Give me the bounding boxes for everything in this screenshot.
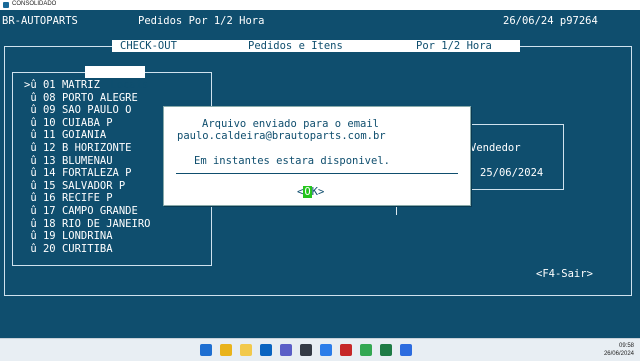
item-marker: û [24, 104, 37, 117]
item-name: CUIABA P [61, 116, 113, 129]
item-code: 20 [42, 242, 56, 255]
locais-list-item[interactable]: û 12 B HORIZONTE [24, 142, 132, 155]
locais-title-bar: Locais [85, 66, 148, 91]
item-name: PORTO ALEGRE [61, 91, 138, 104]
item-marker: û [24, 242, 37, 255]
dialog-email: paulo.caldeira@brautoparts.com.br [177, 130, 386, 142]
item-marker: >û [24, 79, 37, 91]
terminal-icon[interactable] [400, 344, 412, 356]
item-code: 08 [42, 91, 56, 104]
locais-list-item[interactable]: û 10 CUIABA P [24, 116, 113, 130]
locais-list-item[interactable]: û 08 PORTO ALEGRE [24, 92, 138, 105]
item-marker: û [24, 217, 37, 230]
locais-list-item[interactable]: >û 01 MATRIZ [24, 79, 100, 92]
item-name: RIO DE JANEIRO [61, 217, 151, 230]
outlook-icon[interactable] [260, 344, 272, 356]
windows-icon[interactable] [200, 344, 212, 356]
item-marker: û [24, 205, 37, 217]
file-explorer-icon[interactable] [240, 344, 252, 356]
item-code: 10 [42, 116, 56, 129]
item-marker: û [24, 129, 37, 142]
item-code: 13 [42, 154, 56, 167]
taskbar: 09:58 26/06/2024 [0, 338, 640, 361]
app-icon[interactable] [340, 344, 352, 356]
item-code: 09 [42, 104, 56, 117]
item-name: CURITIBA [61, 242, 113, 255]
item-name: MATRIZ [61, 79, 100, 91]
section-middle: Pedidos e Itens [248, 40, 343, 52]
exit-hint[interactable]: <F4-Sair> [536, 268, 593, 281]
section-title: CHECK-OUT [120, 40, 177, 52]
locais-list-item[interactable]: û 15 SALVADOR P [24, 180, 125, 193]
excel-icon[interactable] [380, 344, 392, 356]
teams-icon[interactable] [280, 344, 292, 356]
item-code: 15 [42, 179, 56, 192]
item-marker: û [24, 154, 37, 167]
ok-hotkey: O [303, 186, 312, 198]
item-name: FORTALEZA P [61, 167, 132, 180]
app-icon [3, 2, 9, 8]
date-user: 26/06/24 p97264 [503, 15, 598, 27]
item-marker: û [24, 167, 37, 180]
locais-list-item[interactable]: û 19 LONDRINA [24, 230, 113, 243]
locais-list-item[interactable]: û 13 BLUMENAU [24, 154, 113, 168]
dialog-line-1: Arquivo enviado para o email [202, 118, 380, 130]
mouse-cursor [396, 207, 401, 215]
ok-button[interactable]: <OK> [297, 180, 324, 199]
section-right: Por 1/2 Hora [416, 40, 492, 52]
clock-date: 26/06/2024 [603, 351, 634, 357]
vendedor-date: 25/06/2024 [480, 167, 544, 179]
locais-list-item[interactable]: û 11 GOIANIA [24, 129, 106, 142]
item-code: 01 [42, 79, 56, 91]
locais-list-item[interactable]: û 09 SAO PAULO O [24, 104, 132, 117]
locais-list-item[interactable]: û 20 CURITIBA [24, 242, 113, 256]
item-code: 18 [42, 217, 56, 230]
item-code: 16 [42, 192, 56, 205]
ok-bracket-right: K> [311, 186, 325, 198]
vendedor-label: Vendedor [470, 142, 521, 154]
item-code: 11 [42, 129, 56, 142]
item-marker: û [24, 91, 37, 104]
item-code: 17 [42, 205, 56, 217]
locais-list-item[interactable]: û 18 RIO DE JANEIRO [24, 218, 150, 231]
browser-icon[interactable] [320, 344, 332, 356]
terminal-icon[interactable] [300, 344, 312, 356]
system-clock[interactable]: 09:58 26/06/2024 [604, 342, 634, 358]
item-name: LONDRINA [61, 230, 113, 243]
locais-list-item[interactable]: û 16 RECIFE P [24, 192, 113, 205]
item-name: SAO PAULO O [61, 104, 132, 117]
item-code: 12 [42, 142, 56, 154]
item-code: 14 [42, 167, 56, 180]
item-name: CAMPO GRANDE [61, 205, 138, 217]
chrome-icon[interactable] [220, 344, 232, 356]
locais-list-item[interactable]: û 17 CAMPO GRANDE [24, 205, 138, 218]
item-name: RECIFE P [61, 192, 113, 205]
taskbar-icons [200, 339, 440, 361]
item-name: BLUMENAU [61, 154, 113, 167]
item-marker: û [24, 116, 37, 129]
dialog-divider [176, 173, 458, 174]
chrome-icon[interactable] [360, 344, 372, 356]
company-name: BR-AUTOPARTS [2, 15, 78, 27]
window-title: CONSOLIDADO [12, 1, 57, 7]
locais-list-item[interactable]: û 14 FORTALEZA P [24, 167, 132, 180]
dialog-line-3: Em instantes estara disponivel. [194, 155, 390, 167]
item-marker: û [24, 142, 37, 154]
page-title: Pedidos Por 1/2 Hora [138, 15, 265, 27]
item-marker: û [24, 230, 37, 243]
item-name: GOIANIA [61, 129, 107, 142]
email-sent-dialog: Arquivo enviado para o email paulo.calde… [163, 106, 471, 206]
item-name: B HORIZONTE [61, 142, 132, 154]
item-code: 19 [42, 230, 56, 243]
item-marker: û [24, 179, 37, 192]
item-name: SALVADOR P [61, 179, 126, 192]
item-marker: û [24, 192, 37, 205]
subheader-bar: CHECK-OUT Pedidos e Itens Por 1/2 Hora [112, 40, 520, 52]
clock-time: 09:58 [618, 343, 634, 349]
